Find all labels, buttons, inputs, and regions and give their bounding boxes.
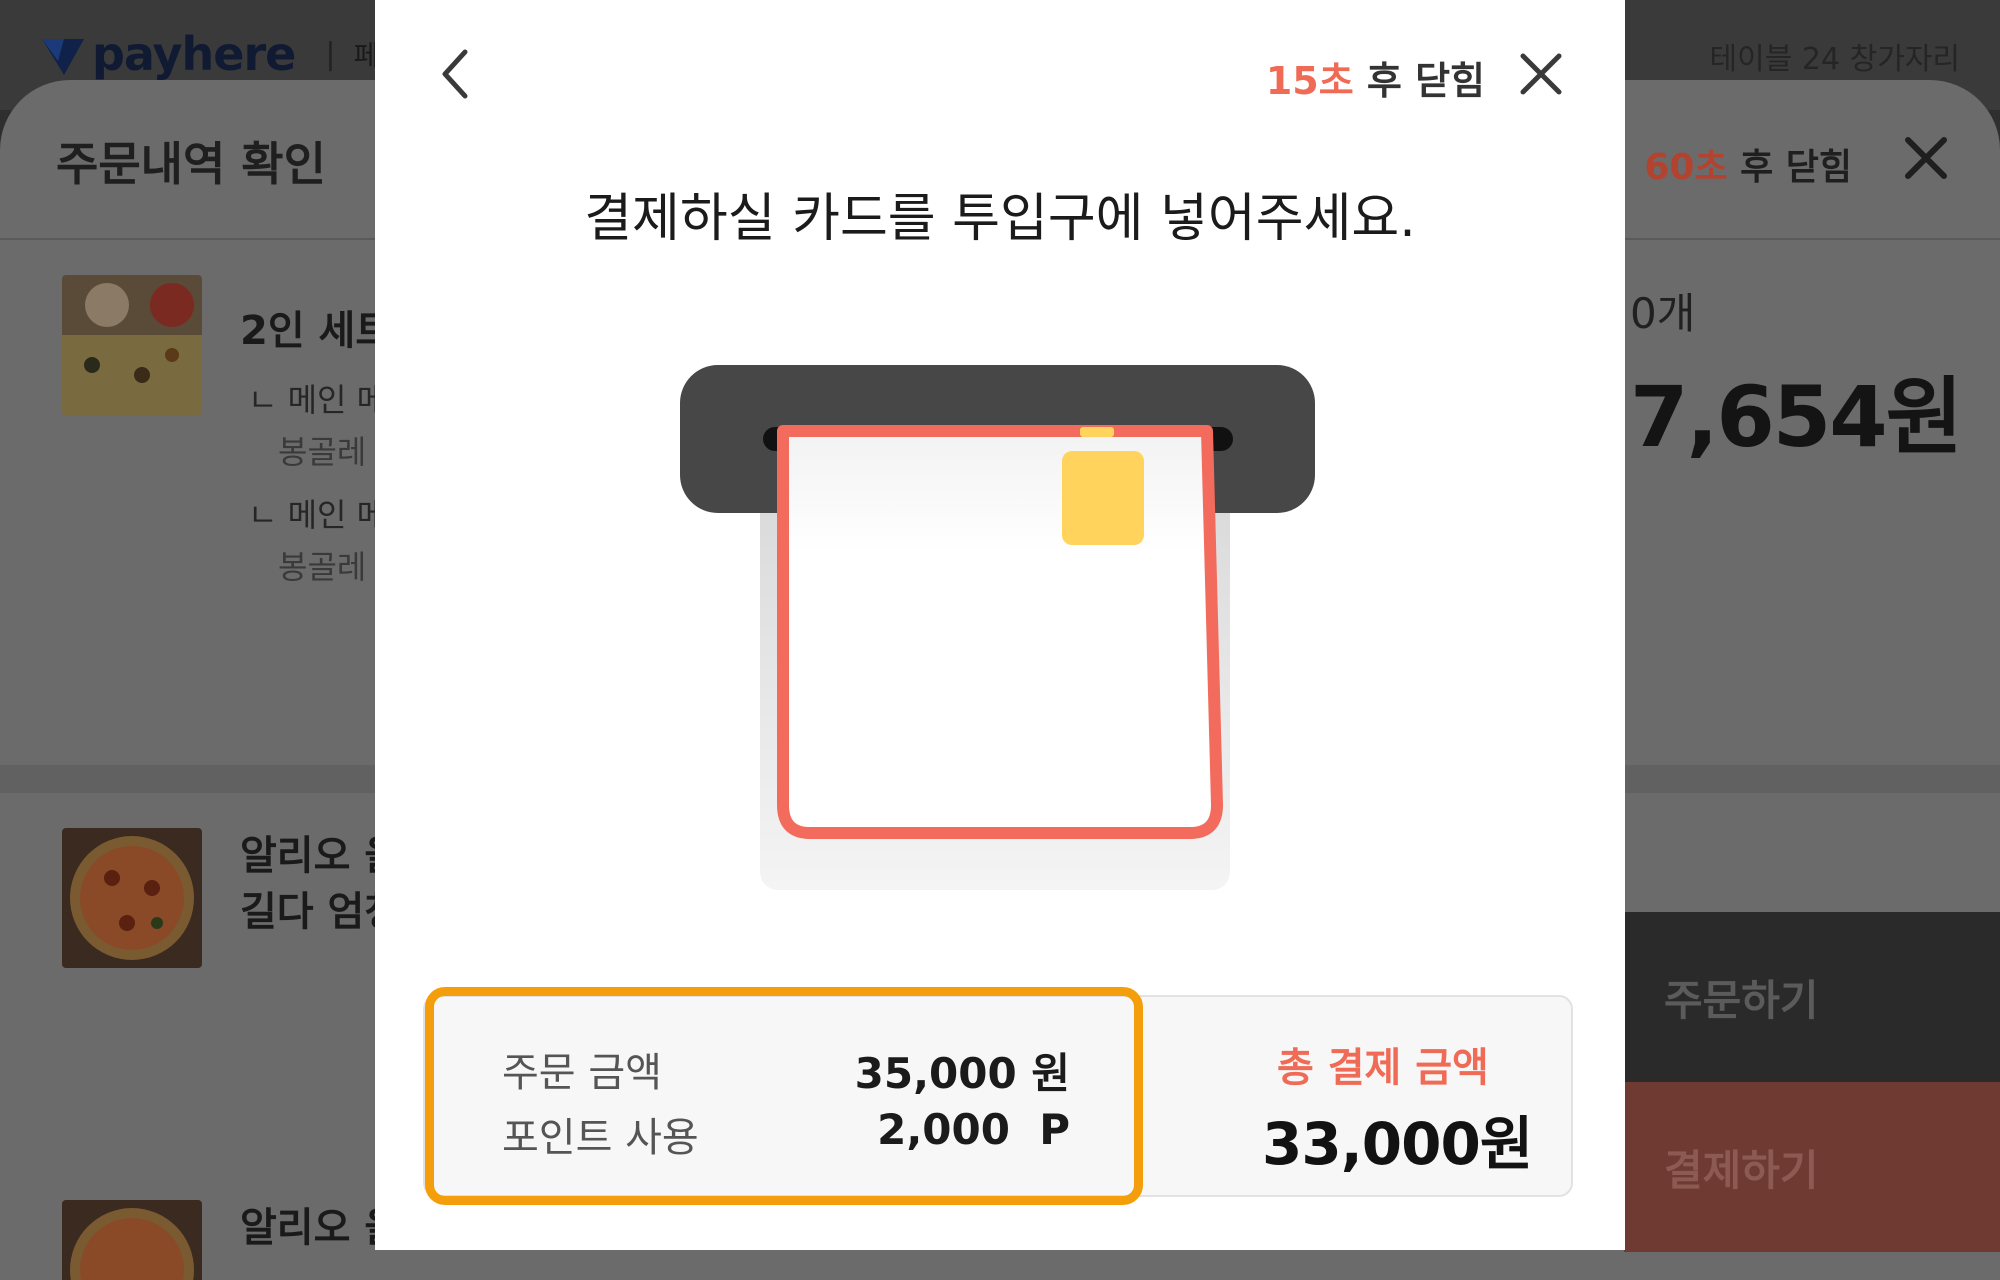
- total-amount-value: 33,000원: [1262, 1110, 1533, 1178]
- card-reader-icon: [680, 365, 1315, 890]
- total-amount-label: 총 결제 금액: [1277, 1045, 1489, 1091]
- brand-name: payhere: [92, 27, 296, 81]
- item-thumbnail: [62, 275, 202, 415]
- order-button[interactable]: 주문하기: [1624, 912, 2000, 1082]
- item-name: 2인 세트: [240, 308, 393, 354]
- back-chevron-icon[interactable]: [431, 44, 481, 104]
- item-option: ㄴ 메인 메: [248, 496, 387, 534]
- highlight-frame: [425, 987, 1143, 1205]
- item-option: ㄴ 메인 메: [248, 381, 387, 419]
- brand-separator: |: [325, 36, 336, 72]
- modal-countdown-seconds: 15초: [1265, 59, 1354, 103]
- item-option-detail: 봉골레: [278, 548, 367, 586]
- sheet-title: 주문내역 확인: [56, 137, 326, 191]
- item-thumbnail: [62, 1200, 202, 1280]
- payhere-logo: payhere | 페이: [40, 24, 405, 84]
- close-icon[interactable]: [1517, 50, 1565, 98]
- table-label: 테이블 24 창가자리: [1709, 42, 1960, 77]
- payhere-logo-icon: [42, 39, 84, 75]
- modal-title: 결제하실 카드를 투입구에 넣어주세요.: [584, 189, 1416, 249]
- item-thumbnail: [62, 828, 202, 968]
- modal-countdown-suffix: 후 닫힘: [1353, 59, 1485, 103]
- card-payment-modal: 15초 후 닫힘 결제하실 카드를 투입구에 넣어주세요. 총 결제 금액 33…: [375, 0, 1625, 1250]
- sheet-countdown: 60초 후 닫힘: [1644, 138, 1852, 190]
- close-icon[interactable]: [1900, 132, 1952, 184]
- pay-button[interactable]: 결제하기: [1624, 1082, 2000, 1252]
- modal-countdown: 15초 후 닫힘: [1266, 50, 1485, 105]
- sheet-countdown-seconds: 60초: [1644, 147, 1728, 188]
- order-total: 7,654원: [1630, 368, 1963, 466]
- item-option-detail: 봉골레: [278, 433, 367, 471]
- item-count: 0개: [1630, 289, 1696, 338]
- sheet-countdown-suffix: 후 닫힘: [1727, 147, 1852, 188]
